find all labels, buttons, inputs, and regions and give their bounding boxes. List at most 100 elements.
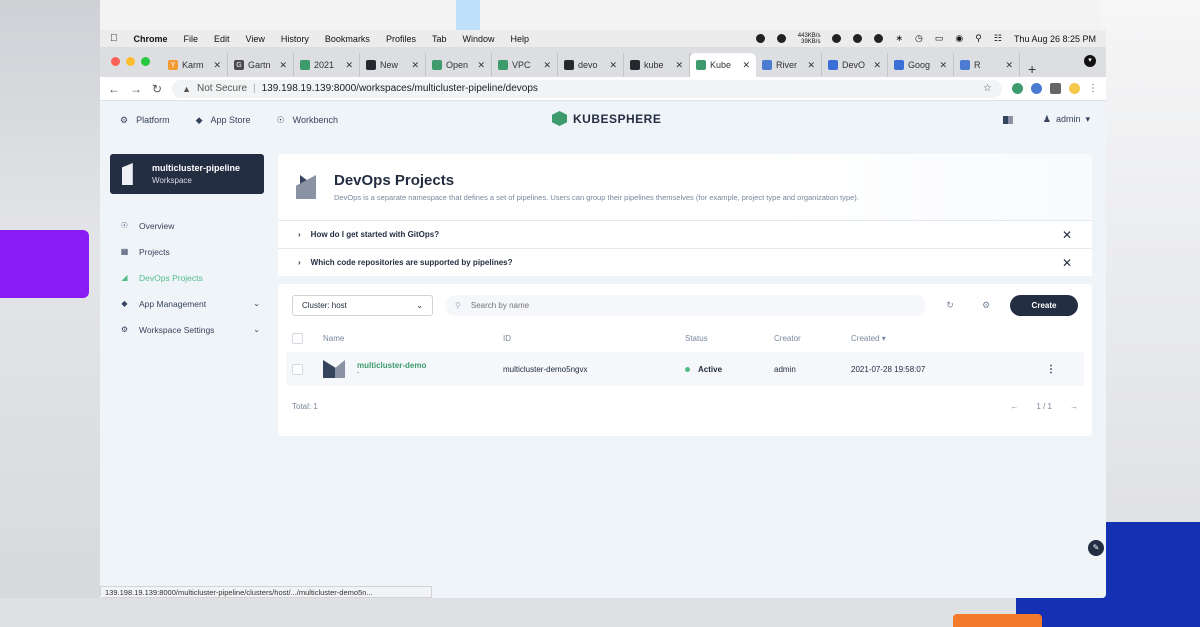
next-page-icon[interactable]: → — [1070, 402, 1078, 411]
close-tab-icon[interactable]: ✕ — [807, 60, 815, 71]
url-text[interactable]: 139.198.19.139:8000/workspaces/multiclus… — [262, 83, 538, 94]
dashboard-icon: ☉ — [120, 221, 129, 230]
row-checkbox[interactable] — [292, 363, 303, 375]
puzzle-icon[interactable] — [1050, 83, 1061, 94]
status-wechat-icon[interactable] — [832, 34, 842, 43]
tab-search-icon[interactable]: ▾ — [1084, 55, 1096, 67]
close-tab-icon[interactable]: ✕ — [543, 60, 551, 71]
close-tab-icon[interactable]: ✕ — [213, 60, 221, 71]
close-tab-icon[interactable]: ✕ — [873, 60, 881, 71]
browser-tab[interactable]: kube ✕ — [624, 53, 690, 77]
clock-history-icon[interactable]: ◷ — [915, 33, 923, 44]
faq-item-gitops[interactable]: › How do I get started with GitOps? ✕ — [278, 220, 1092, 248]
prev-page-icon[interactable]: ← — [1010, 402, 1018, 411]
zoom-window-button[interactable] — [141, 57, 150, 66]
extension-icon[interactable] — [1012, 83, 1023, 94]
status-cat-icon[interactable] — [776, 34, 786, 43]
more-actions-icon[interactable]: ⋮ — [1046, 364, 1078, 375]
faq-item-repositories[interactable]: › Which code repositories are supported … — [278, 248, 1092, 276]
browser-tab[interactable]: New ✕ — [360, 53, 426, 77]
sidebar-item-app-management[interactable]: ◆ App Management ⌄ — [120, 291, 260, 316]
menu-help[interactable]: Help — [510, 34, 529, 44]
nav-platform[interactable]: ⚙ Platform — [120, 115, 170, 126]
apple-icon[interactable]:  — [110, 33, 118, 44]
close-tab-icon[interactable]: ✕ — [411, 60, 419, 71]
profile-avatar-icon[interactable] — [1069, 83, 1080, 94]
nav-workbench[interactable]: ☉ Workbench — [277, 115, 338, 126]
menu-tab[interactable]: Tab — [432, 34, 447, 44]
nav-app-store[interactable]: ◆ App Store — [196, 115, 251, 126]
user-menu[interactable]: ♟ admin ▾ — [1043, 114, 1090, 125]
sidebar-item-overview[interactable]: ☉ Overview — [120, 213, 260, 238]
menu-edit[interactable]: Edit — [214, 34, 230, 44]
browser-tab[interactable]: Goog ✕ — [888, 53, 954, 77]
sidebar-item-workspace-settings[interactable]: ⚙ Workspace Settings ⌄ — [120, 317, 260, 342]
kubesphere-logo[interactable]: KUBESPHERE — [552, 111, 661, 126]
new-tab-button[interactable]: + — [1020, 61, 1044, 77]
minimize-window-button[interactable] — [126, 57, 135, 66]
sidebar-item-devops-projects[interactable]: ◢ DevOps Projects — [120, 265, 260, 290]
column-header-created[interactable]: Created ▾ — [851, 334, 1001, 343]
address-bar[interactable]: ▲ Not Secure | 139.198.19.139:8000/works… — [172, 79, 1002, 98]
browser-tab[interactable]: VPC ✕ — [492, 53, 558, 77]
close-tab-icon[interactable]: ✕ — [1005, 60, 1013, 71]
cluster-select[interactable]: Cluster: host ⌄ — [292, 294, 433, 316]
menu-file[interactable]: File — [184, 34, 199, 44]
status-hand-icon[interactable] — [874, 34, 884, 43]
translate-icon[interactable] — [1031, 83, 1042, 94]
close-icon[interactable]: ✕ — [1062, 256, 1072, 270]
battery-icon[interactable]: ▭ — [935, 33, 944, 44]
close-tab-icon[interactable]: ✕ — [742, 60, 750, 71]
close-tab-icon[interactable]: ✕ — [609, 60, 617, 71]
edit-pen-icon[interactable]: ✎ — [1088, 540, 1104, 556]
close-tab-icon[interactable]: ✕ — [279, 60, 287, 71]
close-tab-icon[interactable]: ✕ — [345, 60, 353, 71]
menu-profiles[interactable]: Profiles — [386, 34, 416, 44]
table-row[interactable]: multicluster-demo - multicluster-demo5ng… — [286, 352, 1084, 386]
not-secure-label[interactable]: Not Secure — [197, 83, 247, 94]
reload-icon[interactable]: ↻ — [152, 82, 162, 96]
project-name-link[interactable]: multicluster-demo — [357, 361, 426, 370]
forward-icon[interactable]: → — [130, 82, 142, 96]
spotlight-search-icon[interactable]: ⚲ — [975, 33, 982, 44]
browser-tab[interactable]: R ✕ — [954, 53, 1020, 77]
close-icon[interactable]: ✕ — [1062, 228, 1072, 242]
refresh-icon[interactable]: ↻ — [938, 300, 962, 311]
menu-bookmarks[interactable]: Bookmarks — [325, 34, 370, 44]
menu-view[interactable]: View — [246, 34, 265, 44]
workspace-card[interactable]: multicluster-pipeline Workspace — [110, 154, 264, 194]
warning-icon[interactable]: ▲ — [182, 84, 191, 94]
browser-tab[interactable]: Kube ✕ — [690, 53, 756, 77]
status-app-icon[interactable] — [853, 34, 863, 43]
close-tab-icon[interactable]: ✕ — [939, 60, 947, 71]
menubar-clock[interactable]: Thu Aug 26 8:25 PM — [1014, 34, 1096, 44]
back-icon[interactable]: ← — [108, 82, 120, 96]
select-all-checkbox[interactable] — [292, 332, 303, 344]
menubar-status-area: 443KB/s 39KB/s ∗ ◷ ▭ ◉ ⚲ ☷ Thu Aug 26 8:… — [755, 33, 1096, 45]
docs-icon[interactable] — [1002, 115, 1013, 124]
search-box[interactable]: ⚲ — [445, 294, 926, 316]
browser-tab[interactable]: Y Karm ✕ — [162, 53, 228, 77]
menu-history[interactable]: History — [281, 34, 309, 44]
create-button[interactable]: Create — [1010, 294, 1078, 316]
bookmark-star-icon[interactable]: ☆ — [983, 83, 992, 94]
browser-tab[interactable]: G Gartn ✕ — [228, 53, 294, 77]
status-shield-icon[interactable] — [755, 34, 765, 43]
wifi-icon[interactable]: ◉ — [955, 33, 963, 44]
bluetooth-icon[interactable]: ∗ — [895, 33, 903, 44]
sidebar-item-projects[interactable]: ▦ Projects — [120, 239, 260, 264]
close-tab-icon[interactable]: ✕ — [675, 60, 683, 71]
menubar-app-name[interactable]: Chrome — [134, 34, 168, 44]
browser-tab[interactable]: River ✕ — [756, 53, 822, 77]
settings-icon[interactable]: ⚙ — [974, 300, 998, 311]
browser-tab[interactable]: devo ✕ — [558, 53, 624, 77]
browser-tab[interactable]: Open ✕ — [426, 53, 492, 77]
control-center-icon[interactable]: ☷ — [994, 33, 1002, 44]
close-window-button[interactable] — [111, 57, 120, 66]
browser-tab[interactable]: DevO ✕ — [822, 53, 888, 77]
search-input[interactable] — [470, 300, 916, 310]
close-tab-icon[interactable]: ✕ — [477, 60, 485, 71]
menu-window[interactable]: Window — [462, 34, 494, 44]
chrome-menu-icon[interactable]: ⋮ — [1088, 83, 1098, 94]
browser-tab[interactable]: 2021 ✕ — [294, 53, 360, 77]
